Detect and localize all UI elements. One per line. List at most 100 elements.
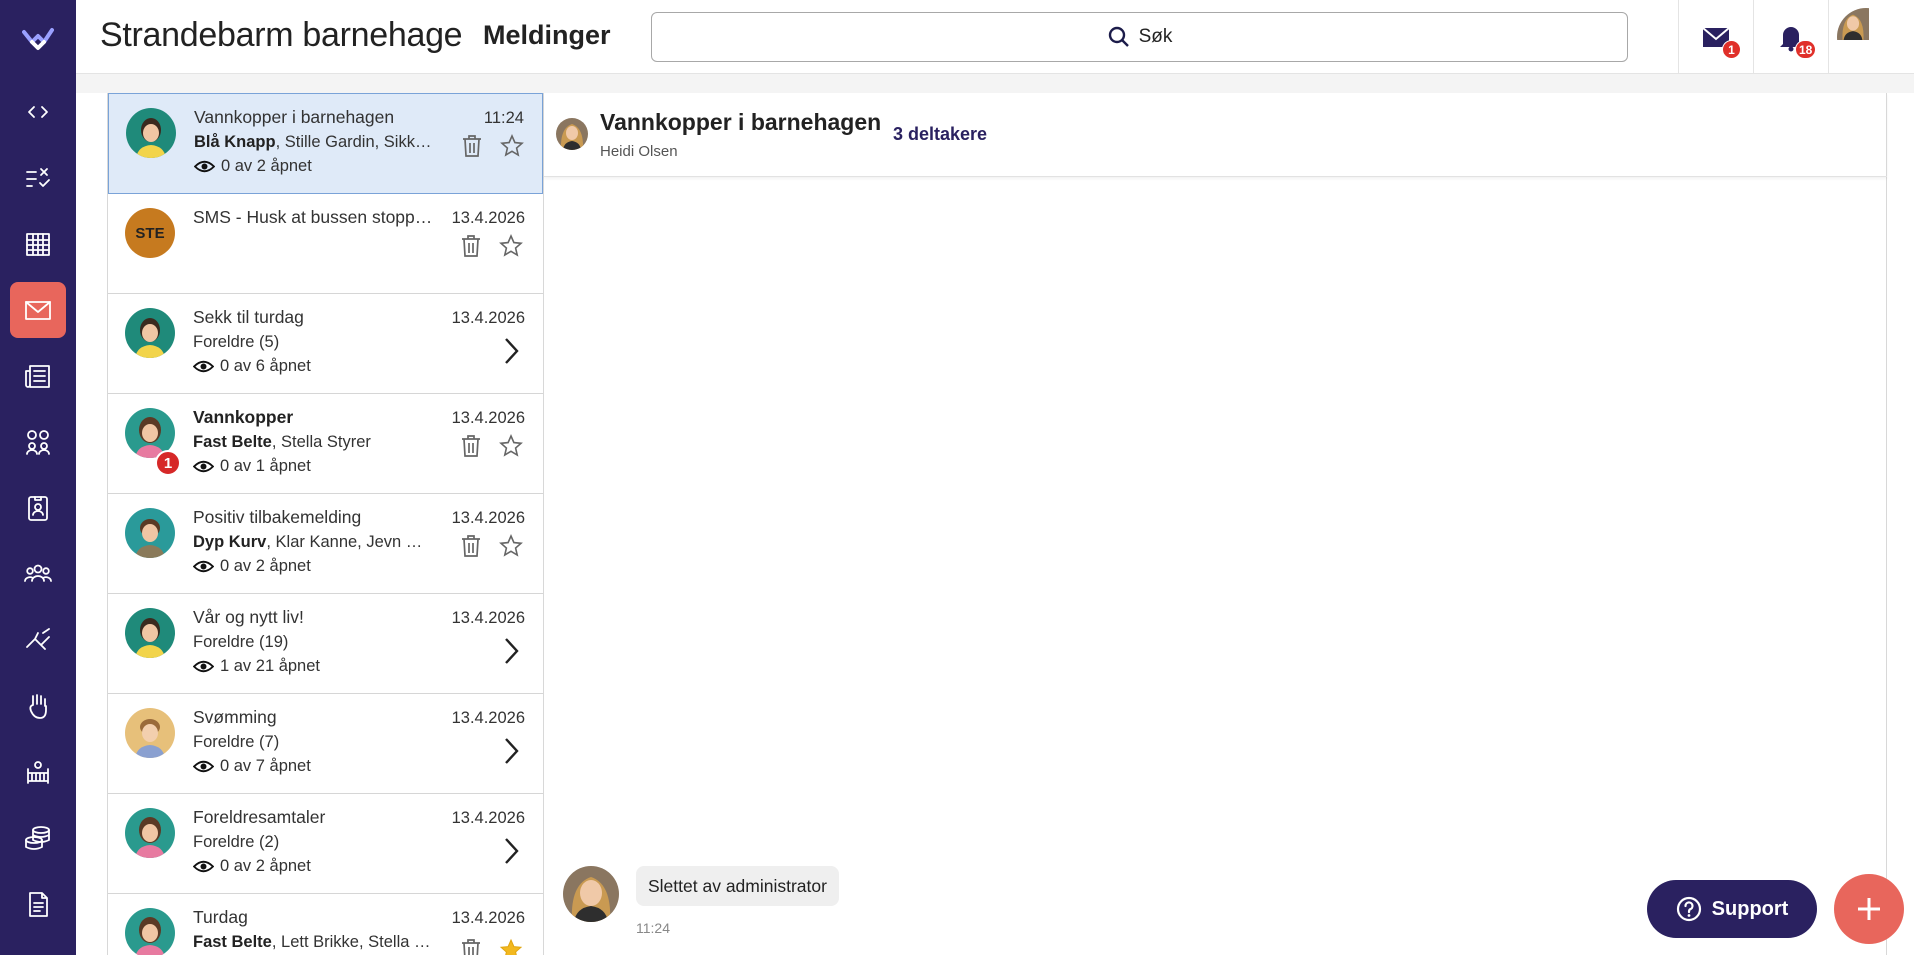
message-date: 13.4.2026: [451, 609, 525, 627]
message-subject: Svømming: [193, 707, 277, 727]
messages-button[interactable]: 1: [1678, 0, 1753, 74]
avatar: [126, 108, 176, 158]
trash-icon[interactable]: [460, 434, 482, 458]
avatar: [125, 808, 175, 858]
opened-status: 0 av 2 åpnet: [193, 557, 311, 576]
page-title: Meldinger: [483, 20, 611, 50]
crib-icon[interactable]: [10, 744, 66, 800]
support-label: Support: [1711, 897, 1789, 920]
message-row[interactable]: Vannkopper i barnehagen Blå Knapp, Still…: [108, 93, 543, 194]
star-icon[interactable]: [500, 134, 524, 158]
eye-icon: [193, 560, 214, 573]
notifications-badge: 18: [1795, 40, 1817, 59]
star-icon[interactable]: [499, 234, 523, 258]
message-row[interactable]: Vår og nytt liv! Foreldre (19) 1 av 21 å…: [108, 594, 543, 694]
message-date: 13.4.2026: [451, 509, 525, 527]
content-top-strip: [76, 74, 1914, 93]
message-recipients: Fast Belte, Lett Brikke, Stella S...: [193, 933, 433, 951]
conversation-pane: Vannkopper i barnehagen Heidi Olsen 3 de…: [544, 93, 1887, 955]
message-subject: Sekk til turdag: [193, 307, 304, 327]
trash-icon[interactable]: [460, 938, 482, 955]
avatar: [125, 308, 175, 358]
message-recipients: Blå Knapp, Stille Gardin, Sikker ...: [194, 133, 434, 151]
message-subject: Vannkopper: [193, 407, 294, 427]
opened-status: 0 av 7 åpnet: [193, 757, 311, 776]
message-row[interactable]: Turdag Fast Belte, Lett Brikke, Stella S…: [108, 894, 543, 955]
message-time: 11:24: [636, 920, 670, 936]
message-subject: Positiv tilbakemelding: [193, 507, 362, 527]
message-bubble: Slettet av administrator: [636, 866, 839, 906]
coins-icon[interactable]: [10, 810, 66, 866]
chevron-right-icon[interactable]: [500, 736, 522, 766]
question-circle-icon: [1676, 896, 1701, 922]
calendar-icon[interactable]: [10, 216, 66, 272]
message-row[interactable]: Foreldresamtaler Foreldre (2) 0 av 2 åpn…: [108, 794, 543, 894]
eye-icon: [193, 860, 214, 873]
avatar: [125, 708, 175, 758]
user-avatar: [1837, 8, 1895, 66]
star-icon[interactable]: [499, 534, 523, 558]
tasks-icon[interactable]: [10, 150, 66, 206]
activities-icon[interactable]: [10, 612, 66, 668]
message-author-avatar: [563, 866, 619, 922]
message-list: Vannkopper i barnehagen Blå Knapp, Still…: [107, 93, 544, 955]
eye-icon: [193, 360, 214, 373]
message-row[interactable]: Svømming Foreldre (7) 0 av 7 åpnet 13.4.…: [108, 694, 543, 794]
opened-status: 0 av 2 åpnet: [193, 857, 311, 876]
message-subject: Foreldresamtaler: [193, 807, 326, 827]
conversation-header: Vannkopper i barnehagen Heidi Olsen 3 de…: [544, 93, 1887, 177]
opened-status: 0 av 6 åpnet: [193, 357, 311, 376]
chevron-right-icon[interactable]: [500, 836, 522, 866]
profile-button[interactable]: [1828, 0, 1903, 74]
message-subject: SMS - Husk at bussen stoppe...: [193, 207, 433, 227]
document-icon[interactable]: [10, 876, 66, 932]
top-header: Strandebarm barnehage Meldinger Søk 1 18: [76, 0, 1914, 74]
opened-status: 0 av 1 åpnet: [193, 457, 311, 476]
message-date: 13.4.2026: [451, 809, 525, 827]
sender-avatar: [556, 118, 588, 150]
trash-icon[interactable]: [460, 534, 482, 558]
message-recipients: Foreldre (5): [193, 333, 280, 351]
logo-icon[interactable]: [22, 24, 54, 52]
chevron-right-icon[interactable]: [500, 636, 522, 666]
people-icon[interactable]: [10, 546, 66, 602]
message-recipients: Foreldre (19): [193, 633, 289, 651]
search-input[interactable]: Søk: [651, 12, 1628, 62]
message-subject: Vannkopper i barnehagen: [194, 107, 395, 127]
eye-icon: [193, 760, 214, 773]
message-row[interactable]: Sekk til turdag Foreldre (5) 0 av 6 åpne…: [108, 294, 543, 394]
new-message-button[interactable]: [1834, 874, 1904, 944]
message-date: 13.4.2026: [451, 309, 525, 327]
notifications-button[interactable]: 18: [1753, 0, 1828, 74]
conversation-title: Vannkopper i barnehagen: [600, 109, 882, 135]
eye-icon: [194, 160, 215, 173]
code-icon[interactable]: [10, 84, 66, 140]
support-button[interactable]: Support: [1647, 880, 1817, 938]
message-row[interactable]: 1 Vannkopper Fast Belte, Stella Styrer 0…: [108, 394, 543, 494]
message-row[interactable]: STE SMS - Husk at bussen stoppe... 13.4.…: [108, 194, 543, 294]
avatar: [125, 508, 175, 558]
star-filled-icon[interactable]: [499, 938, 523, 955]
participants-link[interactable]: 3 deltakere: [893, 124, 987, 145]
conversation-sender: Heidi Olsen: [600, 143, 678, 160]
app-title: Strandebarm barnehage: [100, 16, 463, 54]
message-row[interactable]: Positiv tilbakemelding Dyp Kurv, Klar Ka…: [108, 494, 543, 594]
trash-icon[interactable]: [460, 234, 482, 258]
groups-icon[interactable]: [10, 414, 66, 470]
hand-icon[interactable]: [10, 678, 66, 734]
star-icon[interactable]: [499, 434, 523, 458]
message-recipients: Foreldre (2): [193, 833, 280, 851]
main-navigation-rail: [0, 0, 76, 955]
avatar: [125, 908, 175, 955]
mail-icon[interactable]: [10, 282, 66, 338]
message-date: 13.4.2026: [451, 909, 525, 927]
trash-icon[interactable]: [461, 134, 483, 158]
message-date: 13.4.2026: [451, 409, 525, 427]
chevron-right-icon[interactable]: [500, 336, 522, 366]
search-label: Søk: [1138, 26, 1173, 47]
news-icon[interactable]: [10, 348, 66, 404]
avatar-initials: STE: [125, 208, 175, 258]
badge-icon[interactable]: [10, 480, 66, 536]
plus-icon: [1858, 898, 1880, 920]
message-subject: Turdag: [193, 907, 248, 927]
